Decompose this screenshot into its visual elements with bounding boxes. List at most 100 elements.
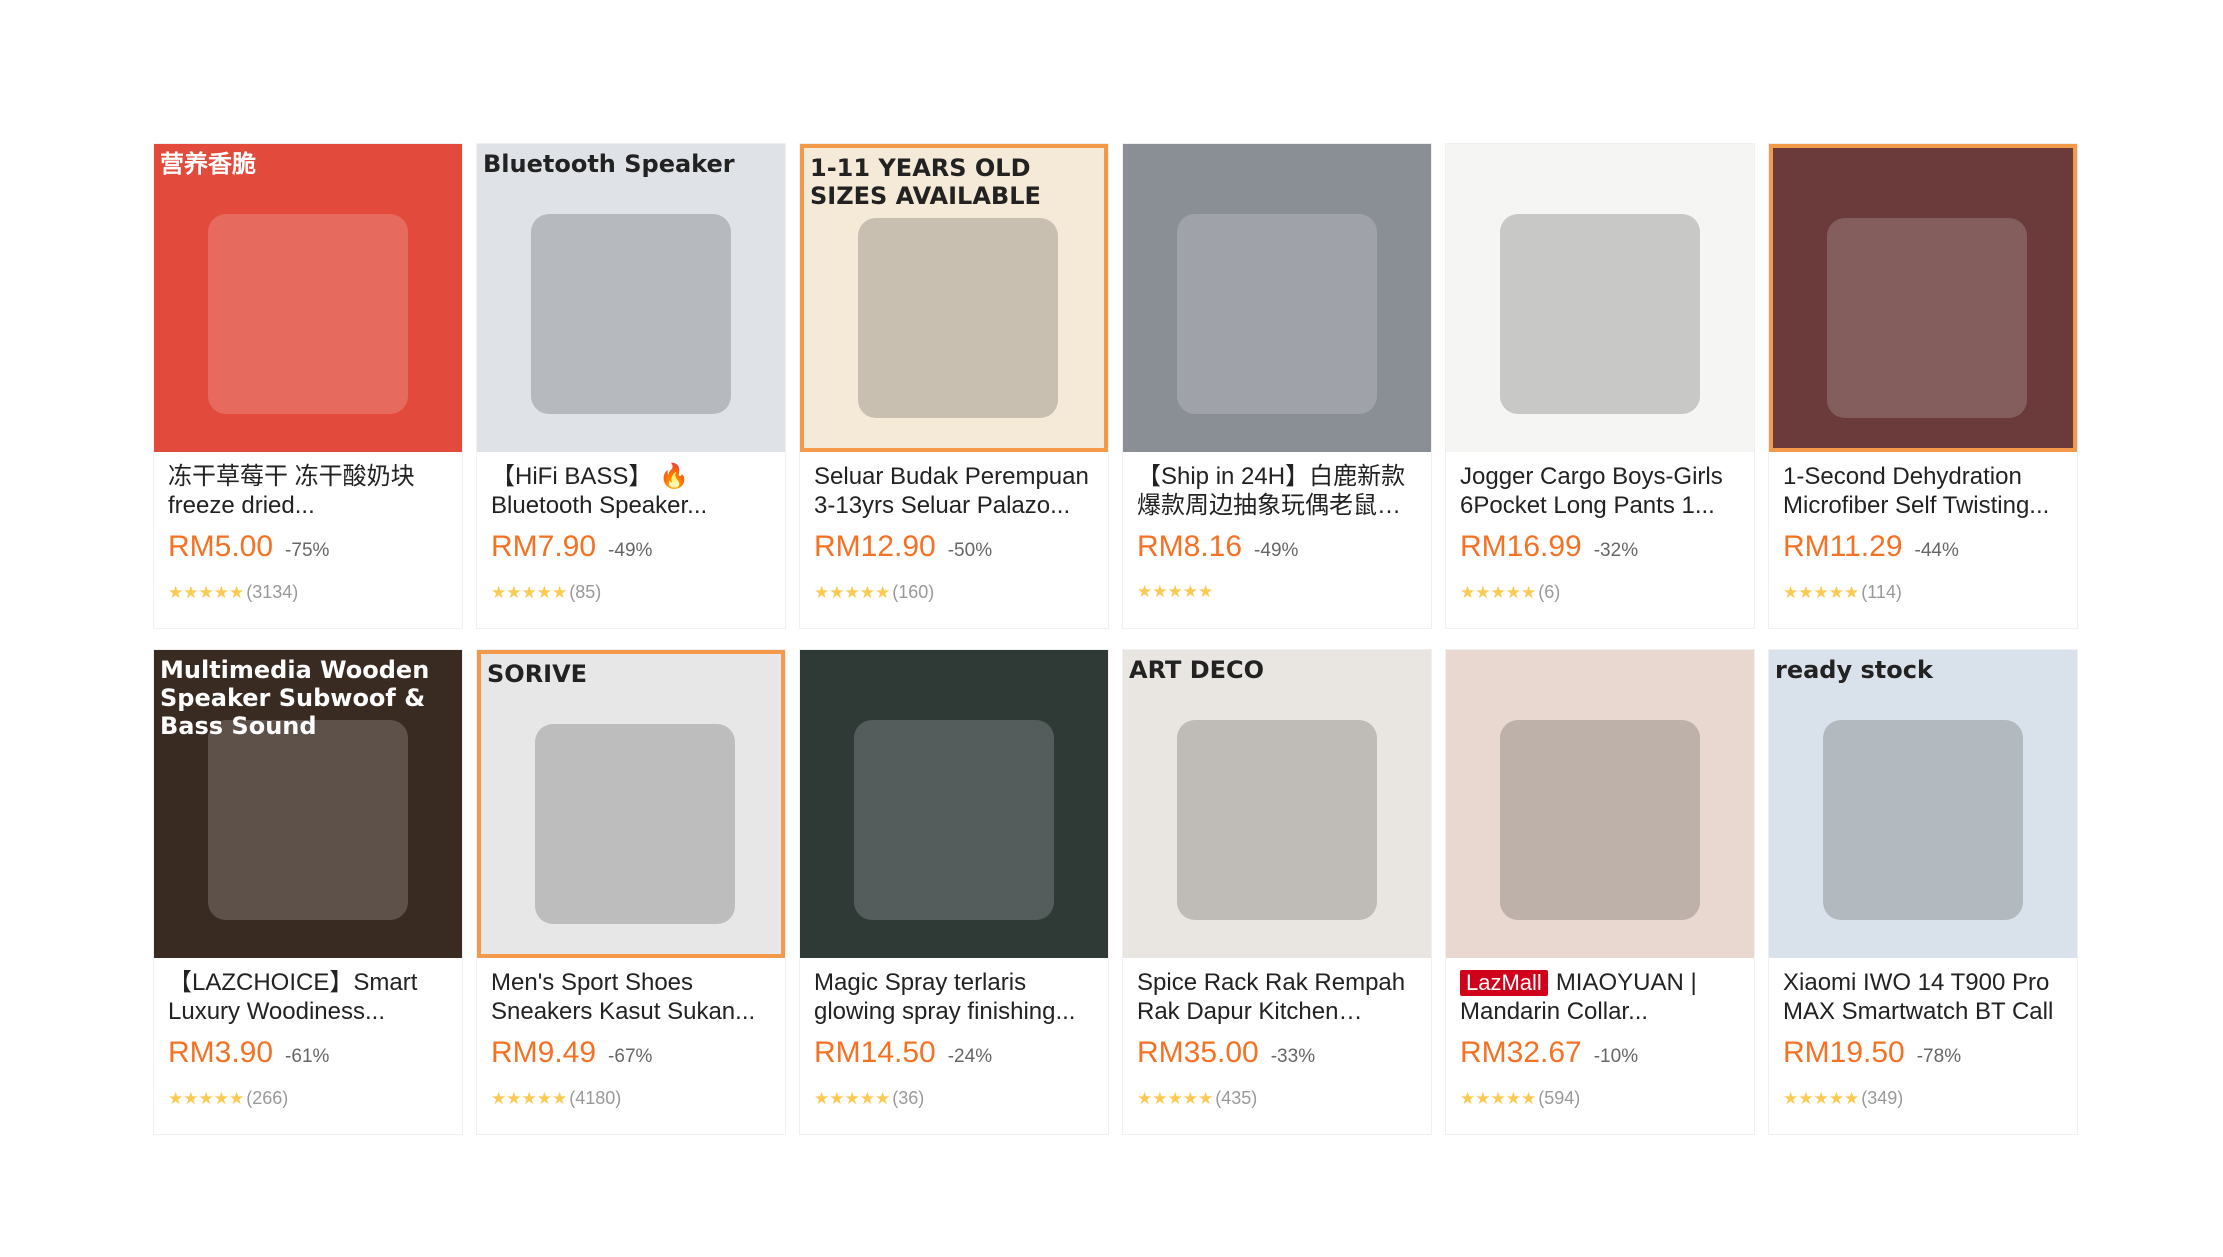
star-rating-icon: ★★★★★ — [491, 1088, 568, 1109]
discount-badge: -67% — [608, 1046, 653, 1067]
product-grid: 营养香脆 冻干草莓干 冻干酸奶块 freeze dried... RM5.00-… — [154, 144, 2077, 1134]
product-photo — [854, 720, 1054, 920]
image-overlay-text: 营养香脆 — [160, 150, 256, 178]
product-card[interactable]: Magic Spray terlaris glowing spray finis… — [800, 650, 1108, 1134]
product-title[interactable]: 【LAZCHOICE】Smart Luxury Woodiness... — [168, 968, 448, 1026]
review-count: (594) — [1538, 1088, 1581, 1108]
review-count: (435) — [1215, 1088, 1258, 1108]
discount-badge: -32% — [1593, 540, 1639, 561]
review-count: (160) — [892, 582, 935, 602]
product-photo — [858, 218, 1058, 418]
product-photo — [1177, 720, 1377, 920]
discount-badge: -49% — [1254, 540, 1299, 561]
product-price: RM11.29 — [1783, 530, 1903, 563]
review-count: (6) — [1538, 582, 1561, 602]
blouse-image[interactable] — [1446, 650, 1754, 958]
star-rating-icon: ★★★★★ — [1783, 582, 1860, 603]
product-title[interactable]: Magic Spray terlaris glowing spray finis… — [814, 968, 1094, 1026]
review-count: (349) — [1861, 1088, 1904, 1108]
star-rating-icon: ★★★★★ — [1460, 1088, 1537, 1109]
review-count: (266) — [246, 1088, 289, 1108]
product-photo — [1177, 214, 1377, 414]
product-title[interactable]: Xiaomi IWO 14 T900 Pro MAX Smartwatch BT… — [1783, 968, 2063, 1026]
discount-badge: -49% — [608, 540, 653, 561]
lazmall-badge: LazMall — [1460, 970, 1548, 996]
spray-bottle-image[interactable] — [800, 650, 1108, 958]
star-rating-icon: ★★★★★ — [1783, 1088, 1860, 1109]
product-card[interactable]: Jogger Cargo Boys-Girls 6Pocket Long Pan… — [1446, 144, 1754, 628]
discount-badge: -75% — [285, 540, 330, 561]
sneakers-image[interactable]: SORIVE — [477, 650, 785, 958]
product-price: RM8.16 — [1137, 530, 1243, 563]
product-photo — [208, 214, 408, 414]
discount-badge: -50% — [947, 540, 993, 561]
star-rating-icon: ★★★★★ — [814, 1088, 891, 1109]
image-overlay-text: 1-11 YEARS OLD SIZES AVAILABLE — [810, 154, 1041, 210]
discount-badge: -44% — [1914, 540, 1959, 561]
product-card[interactable]: 1-11 YEARS OLD SIZES AVAILABLE Seluar Bu… — [800, 144, 1108, 628]
review-count: (114) — [1861, 582, 1902, 602]
product-photo — [1500, 720, 1700, 920]
product-title[interactable]: Jogger Cargo Boys-Girls 6Pocket Long Pan… — [1460, 462, 1740, 520]
product-card[interactable]: SORIVE Men's Sport Shoes Sneakers Kasut … — [477, 650, 785, 1134]
review-count: (3134) — [246, 582, 299, 602]
discount-badge: -61% — [285, 1046, 330, 1067]
strawberry-bag-image[interactable]: 营养香脆 — [154, 144, 462, 452]
image-overlay-text: ready stock — [1775, 656, 1933, 684]
product-photo — [1500, 214, 1700, 414]
image-overlay-text: ART DECO — [1129, 656, 1265, 684]
product-card[interactable]: ready stock Xiaomi IWO 14 T900 Pro MAX S… — [1769, 650, 2077, 1134]
review-count: (85) — [569, 582, 602, 602]
review-count: (4180) — [569, 1088, 622, 1108]
discount-badge: -33% — [1270, 1046, 1316, 1067]
smartwatch-image[interactable]: ready stock — [1769, 650, 2077, 958]
star-rating-icon: ★★★★★ — [168, 1088, 245, 1109]
star-rating-icon: ★★★★★ — [168, 582, 245, 603]
star-rating-icon: ★★★★★ — [1137, 582, 1214, 602]
kids-pants-image[interactable]: 1-11 YEARS OLD SIZES AVAILABLE — [800, 144, 1108, 452]
review-count: (36) — [892, 1088, 925, 1108]
product-photo — [535, 724, 735, 924]
product-card[interactable]: ART DECO Spice Rack Rak Rempah Rak Dapur… — [1123, 650, 1431, 1134]
product-price: RM5.00 — [168, 530, 274, 563]
image-overlay-text: Bluetooth Speaker — [483, 150, 735, 178]
wooden-speaker-image[interactable]: Multimedia Wooden Speaker Subwoof & Bass… — [154, 650, 462, 958]
product-price: RM32.67 — [1460, 1036, 1582, 1069]
bluetooth-speaker-image[interactable]: Bluetooth Speaker — [477, 144, 785, 452]
star-rating-icon: ★★★★★ — [1137, 1088, 1214, 1109]
discount-badge: -10% — [1593, 1046, 1639, 1067]
discount-badge: -24% — [947, 1046, 993, 1067]
product-title[interactable]: 1-Second Dehydration Microfiber Self Twi… — [1783, 462, 2063, 520]
product-photo — [1827, 218, 2027, 418]
product-photo — [208, 720, 408, 920]
image-overlay-text: SORIVE — [487, 660, 588, 688]
product-price: RM9.49 — [491, 1036, 597, 1069]
product-card[interactable]: Multimedia Wooden Speaker Subwoof & Bass… — [154, 650, 462, 1134]
doll-toy-image[interactable] — [1123, 144, 1431, 452]
product-title[interactable]: LazMall MIAOYUAN | Mandarin Collar... — [1460, 968, 1740, 1026]
product-card[interactable]: 【Ship in 24H】白鹿新款爆款周边抽象玩偶老鼠干有... RM8.16-… — [1123, 144, 1431, 628]
star-rating-icon: ★★★★★ — [1460, 582, 1537, 603]
spice-rack-image[interactable]: ART DECO — [1123, 650, 1431, 958]
discount-badge: -78% — [1916, 1046, 1962, 1067]
product-price: RM35.00 — [1137, 1036, 1259, 1069]
product-title[interactable]: Spice Rack Rak Rempah Rak Dapur Kitchen … — [1137, 968, 1417, 1026]
product-card[interactable]: 1-Second Dehydration Microfiber Self Twi… — [1769, 144, 2077, 628]
product-title[interactable]: 冻干草莓干 冻干酸奶块 freeze dried... — [168, 462, 448, 520]
product-price: RM19.50 — [1783, 1036, 1905, 1069]
product-title[interactable]: 【HiFi BASS】 🔥 Bluetooth Speaker... — [491, 462, 771, 520]
product-price: RM14.50 — [814, 1036, 936, 1069]
product-title[interactable]: 【Ship in 24H】白鹿新款爆款周边抽象玩偶老鼠干有... — [1137, 462, 1417, 520]
star-rating-icon: ★★★★★ — [491, 582, 568, 603]
product-card[interactable]: Bluetooth Speaker 【HiFi BASS】 🔥 Bluetoot… — [477, 144, 785, 628]
product-price: RM3.90 — [168, 1036, 274, 1069]
product-card[interactable]: 营养香脆 冻干草莓干 冻干酸奶块 freeze dried... RM5.00-… — [154, 144, 462, 628]
image-overlay-text: Multimedia Wooden Speaker Subwoof & Bass… — [160, 656, 430, 740]
product-title[interactable]: Men's Sport Shoes Sneakers Kasut Sukan..… — [491, 968, 771, 1026]
mop-image[interactable] — [1769, 144, 2077, 452]
cargo-pants-image[interactable] — [1446, 144, 1754, 452]
product-price: RM7.90 — [491, 530, 597, 563]
product-title[interactable]: Seluar Budak Perempuan 3-13yrs Seluar Pa… — [814, 462, 1094, 520]
star-rating-icon: ★★★★★ — [814, 582, 891, 603]
product-card[interactable]: LazMall MIAOYUAN | Mandarin Collar... RM3… — [1446, 650, 1754, 1134]
